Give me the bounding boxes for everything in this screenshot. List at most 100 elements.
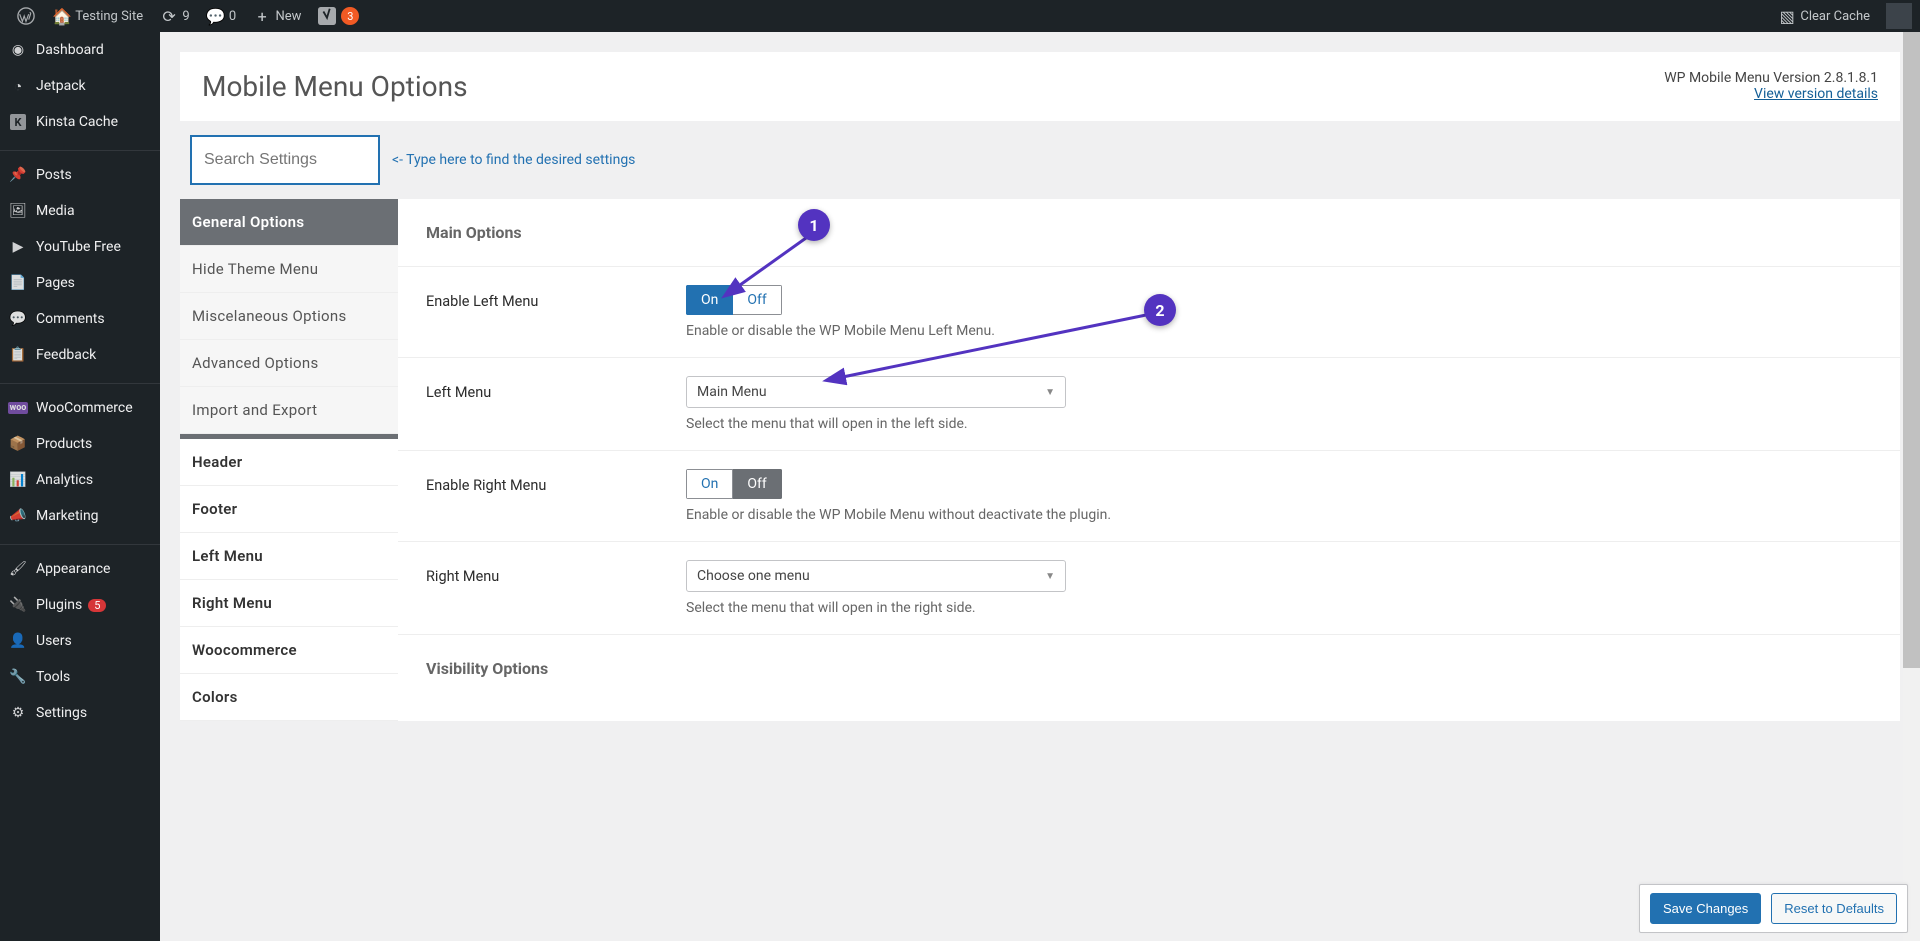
account-avatar[interactable]: [1886, 3, 1912, 29]
settings-icon: ⚙: [8, 703, 28, 723]
comment-icon: 💬: [8, 309, 28, 329]
hint-left-menu: Select the menu that will open in the le…: [686, 416, 1900, 432]
sidebar-item-tools[interactable]: 🔧Tools: [0, 659, 160, 695]
chevron-down-icon: ▼: [1045, 571, 1055, 582]
sidebar-item-media[interactable]: 🖼 Media: [0, 193, 160, 229]
sidebar-item-label: Users: [36, 633, 72, 649]
sidebar-item-woocommerce[interactable]: woo WooCommerce: [0, 390, 160, 426]
users-icon: 👤: [8, 631, 28, 651]
settings-content: 1 2 Main Options Enable Left Menu On Off…: [398, 199, 1900, 721]
tab-footer[interactable]: Footer: [180, 486, 398, 533]
yoast-link[interactable]: 3: [309, 0, 367, 32]
tab-hide-theme-menu[interactable]: Hide Theme Menu: [180, 246, 398, 293]
sidebar-item-label: Tools: [36, 669, 70, 685]
sidebar-item-products[interactable]: 📦 Products: [0, 426, 160, 462]
sidebar-item-users[interactable]: 👤 Users: [0, 623, 160, 659]
admin-sidebar: ◉Dashboard◔JetpackKKinsta Cache 📌 Posts 🖼 Me…: [0, 32, 160, 941]
sidebar-item-label: Products: [36, 436, 92, 452]
sidebar-item-comments[interactable]: 💬 Comments: [0, 301, 160, 337]
tab-left-menu[interactable]: Left Menu: [180, 533, 398, 580]
hint-enable-left-menu: Enable or disable the WP Mobile Menu Lef…: [686, 323, 1900, 339]
toggle-enable-right-menu[interactable]: On Off: [686, 469, 782, 499]
site-link[interactable]: 🏠 Testing Site: [44, 0, 151, 32]
tab-colors[interactable]: Colors: [180, 674, 398, 721]
plugins-icon: 🔌: [8, 595, 28, 615]
sidebar-item-label: Comments: [36, 311, 105, 327]
toggle-on[interactable]: On: [686, 285, 733, 315]
sidebar-item-youtube-free[interactable]: ▶YouTube Free: [0, 229, 160, 265]
sidebar-item-posts[interactable]: 📌 Posts: [0, 157, 160, 193]
select-left-menu-value: Main Menu: [697, 384, 767, 400]
new-link[interactable]: + New: [244, 0, 309, 32]
sidebar-item-feedback[interactable]: 📋Feedback: [0, 337, 160, 373]
woo-icon: woo: [8, 398, 28, 418]
page-title: Mobile Menu Options: [202, 70, 468, 103]
sidebar-item-label: WooCommerce: [36, 400, 133, 416]
wordpress-icon: [16, 6, 36, 26]
reset-button[interactable]: Reset to Defaults: [1771, 893, 1897, 924]
sidebar-item-plugins[interactable]: 🔌 Plugins 5: [0, 587, 160, 623]
footer-actions: Save Changes Reset to Defaults: [1639, 884, 1908, 933]
version-details-link[interactable]: View version details: [1664, 86, 1878, 102]
comment-icon: 💬: [206, 6, 226, 26]
sidebar-item-pages[interactable]: 📄Pages: [0, 265, 160, 301]
tab-advanced-options[interactable]: Advanced Options: [180, 340, 398, 387]
dashboard-icon: ◉: [8, 40, 28, 60]
tab-general-options[interactable]: General Options: [180, 199, 398, 246]
sidebar-item-label: Media: [36, 203, 75, 219]
home-icon: 🏠: [52, 6, 72, 26]
yoast-badge: 3: [341, 7, 359, 25]
pin-icon: 📌: [8, 165, 28, 185]
sidebar-item-analytics[interactable]: 📊Analytics: [0, 462, 160, 498]
wp-logo[interactable]: [8, 0, 44, 32]
clear-cache-link[interactable]: ▧ Clear Cache: [1769, 0, 1878, 32]
sidebar-item-label: Marketing: [36, 508, 99, 524]
products-icon: 📦: [8, 434, 28, 454]
sidebar-item-marketing[interactable]: 📣 Marketing: [0, 498, 160, 534]
row-visibility-heading: Visibility Options: [398, 634, 1900, 702]
plus-icon: +: [252, 6, 272, 26]
tab-header[interactable]: Header: [180, 439, 398, 486]
search-row: <- Type here to find the desired setting…: [180, 121, 1900, 199]
media-icon: 🖼: [8, 201, 28, 221]
select-right-menu-value: Choose one menu: [697, 568, 810, 584]
row-left-menu: Left Menu Main Menu ▼ Select the menu th…: [398, 357, 1900, 450]
save-button[interactable]: Save Changes: [1650, 893, 1761, 924]
chat-icon: ▧: [1777, 6, 1797, 26]
sidebar-item-label: Plugins: [36, 597, 82, 613]
appearance-icon: 🖌: [8, 559, 28, 579]
select-left-menu[interactable]: Main Menu ▼: [686, 376, 1066, 408]
tab-right-menu[interactable]: Right Menu: [180, 580, 398, 627]
tab-miscelaneous-options[interactable]: Miscelaneous Options: [180, 293, 398, 340]
page-header: Mobile Menu Options WP Mobile Menu Versi…: [180, 52, 1900, 121]
select-right-menu[interactable]: Choose one menu ▼: [686, 560, 1066, 592]
sidebar-item-dashboard[interactable]: ◉Dashboard: [0, 32, 160, 68]
annotation-bubble-1: 1: [798, 209, 830, 241]
sidebar-item-label: YouTube Free: [36, 239, 121, 255]
marketing-icon: 📣: [8, 506, 28, 526]
update-badge: 5: [88, 599, 106, 612]
updates-link[interactable]: ⟳ 9: [151, 0, 198, 32]
analytics-icon: 📊: [8, 470, 28, 490]
main-options-heading: Main Options: [398, 199, 1900, 266]
hint-enable-right-menu: Enable or disable the WP Mobile Menu wit…: [686, 507, 1900, 523]
chevron-down-icon: ▼: [1045, 387, 1055, 398]
sidebar-item-label: Jetpack: [36, 78, 86, 94]
tab-woocommerce[interactable]: Woocommerce: [180, 627, 398, 674]
sidebar-item-label: Pages: [36, 275, 75, 291]
toggle-off[interactable]: Off: [733, 285, 781, 315]
comments-link[interactable]: 💬 0: [198, 0, 245, 32]
sidebar-item-label: Posts: [36, 167, 72, 183]
tab-import-and-export[interactable]: Import and Export: [180, 387, 398, 434]
sidebar-item-settings[interactable]: ⚙Settings: [0, 695, 160, 731]
label-left-menu: Left Menu: [426, 376, 686, 432]
sidebar-item-appearance[interactable]: 🖌Appearance: [0, 551, 160, 587]
row-right-menu: Right Menu Choose one menu ▼ Select the …: [398, 541, 1900, 634]
search-input[interactable]: [190, 135, 380, 185]
sidebar-item-kinsta-cache[interactable]: KKinsta Cache: [0, 104, 160, 140]
toggle-off[interactable]: Off: [733, 469, 781, 499]
sidebar-item-jetpack[interactable]: ◔Jetpack: [0, 68, 160, 104]
toggle-on[interactable]: On: [686, 469, 733, 499]
settings-panel: General OptionsHide Theme MenuMiscelaneo…: [180, 199, 1900, 721]
toggle-enable-left-menu[interactable]: On Off: [686, 285, 782, 315]
